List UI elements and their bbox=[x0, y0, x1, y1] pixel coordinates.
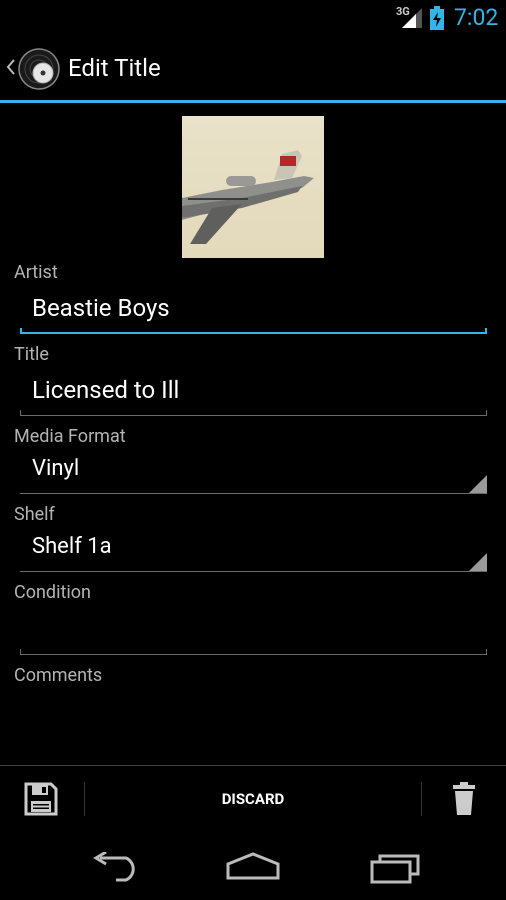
shelf-underline bbox=[20, 571, 487, 572]
signal-strength-icon bbox=[402, 8, 422, 28]
artist-input-tick-right bbox=[485, 328, 487, 334]
condition-input-tick-right bbox=[486, 649, 487, 655]
page-title: Edit Title bbox=[68, 54, 161, 82]
title-input[interactable]: Licensed to Ill bbox=[20, 372, 487, 416]
trash-icon bbox=[453, 782, 475, 815]
back-arrow-icon bbox=[93, 852, 135, 882]
title-input-value: Licensed to Ill bbox=[32, 376, 180, 404]
shelf-dropdown[interactable]: Shelf 1a bbox=[20, 528, 487, 572]
recent-apps-button[interactable] bbox=[360, 842, 430, 892]
vinyl-record-app-icon bbox=[18, 48, 60, 90]
condition-label: Condition bbox=[14, 582, 91, 603]
media-format-dropdown[interactable]: Vinyl bbox=[20, 450, 487, 494]
media-format-value: Vinyl bbox=[32, 456, 80, 481]
title-input-underline bbox=[20, 415, 487, 416]
chevron-left-icon bbox=[6, 59, 15, 75]
recent-apps-icon bbox=[370, 854, 420, 884]
media-format-underline bbox=[20, 493, 487, 494]
album-cover-image[interactable] bbox=[182, 116, 324, 258]
shelf-value: Shelf 1a bbox=[32, 534, 112, 559]
system-navigation-bar bbox=[0, 832, 506, 900]
dropdown-corner-icon bbox=[469, 553, 487, 571]
condition-input[interactable] bbox=[20, 611, 487, 655]
status-bar: 3G 7:02 bbox=[0, 0, 506, 36]
media-format-label: Media Format bbox=[14, 426, 126, 447]
delete-button[interactable] bbox=[422, 766, 506, 832]
artist-label: Artist bbox=[14, 262, 58, 283]
save-button[interactable] bbox=[0, 766, 84, 832]
clock: 7:02 bbox=[454, 4, 499, 31]
comments-label: Comments bbox=[14, 665, 103, 686]
title-input-tick-right bbox=[486, 410, 487, 416]
artist-input-tick-left bbox=[20, 328, 22, 334]
artist-input-value: Beastie Boys bbox=[32, 294, 170, 322]
home-up-button[interactable] bbox=[0, 36, 64, 100]
discard-button-label: DISCARD bbox=[221, 790, 285, 808]
dropdown-corner-icon bbox=[469, 475, 487, 493]
title-input-tick-left bbox=[20, 410, 21, 416]
artist-input-underline bbox=[20, 332, 487, 334]
save-icon bbox=[24, 782, 58, 816]
battery-charging-icon bbox=[430, 6, 444, 30]
bottom-action-bar: DISCARD bbox=[0, 766, 506, 832]
action-bar-divider bbox=[0, 100, 506, 103]
discard-button[interactable]: DISCARD bbox=[85, 766, 421, 832]
shelf-label: Shelf bbox=[14, 504, 55, 525]
condition-input-underline bbox=[20, 654, 487, 655]
home-icon bbox=[226, 852, 280, 880]
home-button[interactable] bbox=[218, 842, 288, 892]
artist-input[interactable]: Beastie Boys bbox=[20, 290, 487, 334]
action-bar: Edit Title bbox=[0, 36, 506, 100]
condition-input-tick-left bbox=[20, 649, 21, 655]
back-button[interactable] bbox=[78, 842, 148, 892]
title-label: Title bbox=[14, 344, 49, 365]
